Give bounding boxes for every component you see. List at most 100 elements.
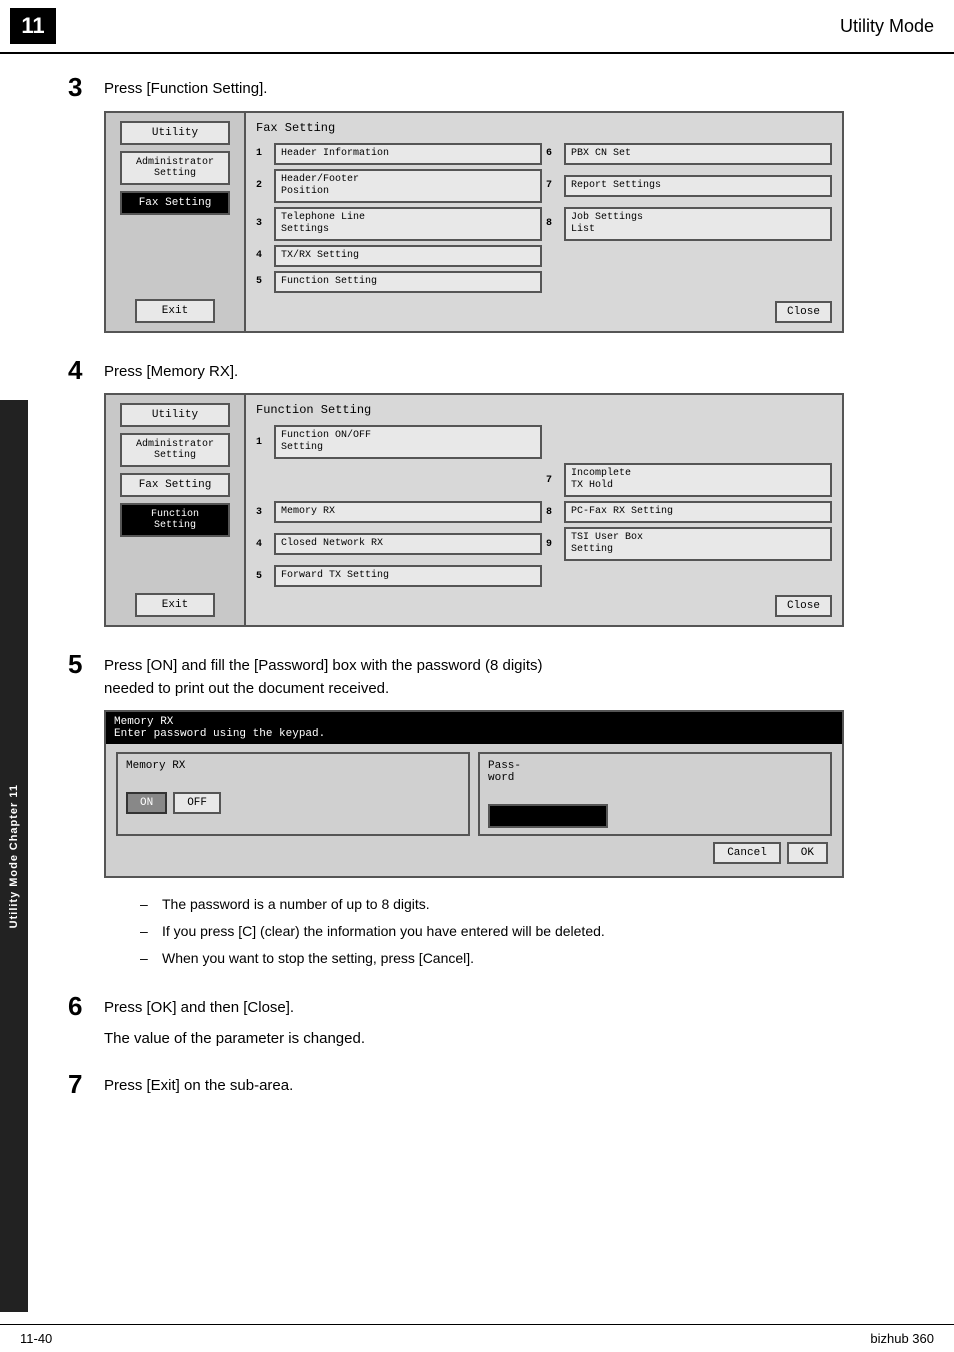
memory-rx-btn[interactable]: Memory RX xyxy=(274,501,542,523)
closed-network-rx-btn[interactable]: Closed Network RX xyxy=(274,533,542,555)
function-setting-btn[interactable]: Function Setting xyxy=(274,271,542,293)
incomplete-tx-hold-btn[interactable]: IncompleteTX Hold xyxy=(564,463,832,497)
step-4-grid: 1 Function ON/OFFSetting 7 IncompleteTX … xyxy=(256,425,832,587)
memory-header-line1: Memory RX xyxy=(114,716,834,728)
cell-num: 1 xyxy=(256,437,270,448)
on-btn[interactable]: ON xyxy=(126,792,167,814)
close-btn-3[interactable]: Close xyxy=(775,301,832,323)
step-5-block: 5 Press [ON] and fill the [Password] box… xyxy=(68,651,924,969)
cell-num: 6 xyxy=(546,148,560,159)
function-setting-sidebar-btn[interactable]: Function Setting xyxy=(120,503,230,537)
fax-setting-btn-4[interactable]: Fax Setting xyxy=(120,473,230,497)
memory-panel-header: Memory RX Enter password using the keypa… xyxy=(106,712,842,744)
page-title: Utility Mode xyxy=(840,16,934,37)
function-onoff-btn[interactable]: Function ON/OFFSetting xyxy=(274,425,542,459)
step-6-number: 6 xyxy=(68,993,104,1019)
cell-num: 5 xyxy=(256,276,270,287)
cell-num: 8 xyxy=(546,218,560,229)
administrator-setting-btn-3[interactable]: AdministratorSetting xyxy=(120,151,230,185)
cell-num: 3 xyxy=(256,218,270,229)
close-btn-4[interactable]: Close xyxy=(775,595,832,617)
bullet-3-text: When you want to stop the setting, press… xyxy=(162,948,474,969)
cancel-btn[interactable]: Cancel xyxy=(713,842,781,864)
empty-btn-1 xyxy=(564,251,832,261)
report-settings-btn[interactable]: Report Settings xyxy=(564,175,832,197)
cell-num: 5 xyxy=(256,571,270,582)
administrator-setting-btn-4[interactable]: AdministratorSetting xyxy=(120,433,230,467)
exit-btn-4[interactable]: Exit xyxy=(135,593,215,617)
step-3-header: 3 Press [Function Setting]. xyxy=(68,74,924,101)
exit-btn-3[interactable]: Exit xyxy=(135,299,215,323)
cell-num: 4 xyxy=(256,539,270,550)
job-settings-btn[interactable]: Job SettingsList xyxy=(564,207,832,241)
ok-btn[interactable]: OK xyxy=(787,842,828,864)
cell-num: 9 xyxy=(546,539,560,550)
memory-header-line2: Enter password using the keypad. xyxy=(114,728,834,740)
cell-num: 7 xyxy=(546,475,560,486)
pc-fax-rx-btn[interactable]: PC-Fax RX Setting xyxy=(564,501,832,523)
step-7-text: Press [Exit] on the sub-area. xyxy=(104,1071,293,1098)
step-3-cell-6: 6 PBX CN Set xyxy=(546,143,832,165)
step-3-cell-5: 5 Function Setting xyxy=(256,271,542,293)
bullet-dash: – xyxy=(140,921,154,942)
txrx-setting-btn[interactable]: TX/RX Setting xyxy=(274,245,542,267)
step-3-footer: Close xyxy=(256,301,832,323)
header-footer-btn[interactable]: Header/FooterPosition xyxy=(274,169,542,203)
step-5-number: 5 xyxy=(68,651,104,677)
step-4-sidebar: Utility AdministratorSetting Fax Setting… xyxy=(106,395,246,625)
bullet-3: – When you want to stop the setting, pre… xyxy=(140,948,924,969)
memory-col-btns: ON OFF xyxy=(126,792,460,814)
step-3-number: 3 xyxy=(68,74,104,100)
page-header: 11 Utility Mode xyxy=(0,0,954,54)
step-3-cell-1: 1 Header Information xyxy=(256,143,542,165)
password-input-display[interactable] xyxy=(488,804,608,828)
step-4-cell-4: 4 Closed Network RX xyxy=(256,527,542,561)
step-4-cell-empty1 xyxy=(546,425,832,459)
step-4-cell-3: 3 Memory RX xyxy=(256,501,542,523)
step-3-main-title: Fax Setting xyxy=(256,121,832,135)
memory-rx-panel: Memory RX Enter password using the keypa… xyxy=(104,710,844,878)
chapter-sidebar: Chapter 11 Utility Mode xyxy=(0,400,28,1312)
password-col: Pass-word xyxy=(478,752,832,836)
header-info-btn[interactable]: Header Information xyxy=(274,143,542,165)
password-label: Pass-word xyxy=(488,760,822,784)
step-7-number: 7 xyxy=(68,1071,104,1097)
mode-label: Utility Mode xyxy=(8,854,20,928)
memory-rx-col: Memory RX ON OFF xyxy=(116,752,470,836)
step-7-header: 7 Press [Exit] on the sub-area. xyxy=(68,1071,924,1098)
step-4-main: Function Setting 1 Function ON/OFFSettin… xyxy=(246,395,842,625)
step-7-block: 7 Press [Exit] on the sub-area. xyxy=(68,1071,924,1098)
step-4-cell-1: 1 Function ON/OFFSetting xyxy=(256,425,542,459)
bullet-1: – The password is a number of up to 8 di… xyxy=(140,894,924,915)
step-4-cell-7: 7 IncompleteTX Hold xyxy=(546,463,832,497)
empty-btn-3 xyxy=(564,437,832,447)
step-4-cell-8: 8 PC-Fax RX Setting xyxy=(546,501,832,523)
cell-num: 8 xyxy=(546,507,560,518)
page-number-badge: 11 xyxy=(10,8,56,44)
step-3-cell-2: 2 Header/FooterPosition xyxy=(256,169,542,203)
bullet-2-text: If you press [C] (clear) the information… xyxy=(162,921,605,942)
cell-num: 2 xyxy=(256,180,270,191)
step-4-block: 4 Press [Memory RX]. Utility Administrat… xyxy=(68,357,924,628)
forward-tx-btn[interactable]: Forward TX Setting xyxy=(274,565,542,587)
step-4-number: 4 xyxy=(68,357,104,383)
step-5-text: Press [ON] and fill the [Password] box w… xyxy=(104,651,543,700)
utility-btn-4[interactable]: Utility xyxy=(120,403,230,427)
tsi-user-box-btn[interactable]: TSI User BoxSetting xyxy=(564,527,832,561)
cell-num: 1 xyxy=(256,148,270,159)
step-4-footer: Close xyxy=(256,595,832,617)
page-footer: 11-40 bizhub 360 xyxy=(0,1324,954,1352)
telephone-line-btn[interactable]: Telephone LineSettings xyxy=(274,207,542,241)
off-btn[interactable]: OFF xyxy=(173,792,221,814)
cell-num: 3 xyxy=(256,507,270,518)
step-3-block: 3 Press [Function Setting]. Utility Admi… xyxy=(68,74,924,333)
step-4-panel: Utility AdministratorSetting Fax Setting… xyxy=(104,393,844,627)
empty-btn-2 xyxy=(564,277,832,287)
step-6-block: 6 Press [OK] and then [Close]. The value… xyxy=(68,993,924,1047)
pbx-cn-set-btn[interactable]: PBX CN Set xyxy=(564,143,832,165)
utility-btn-3[interactable]: Utility xyxy=(120,121,230,145)
step-4-main-title: Function Setting xyxy=(256,403,832,417)
step-5-bullets: – The password is a number of up to 8 di… xyxy=(140,894,924,969)
step-4-cell-9: 9 TSI User BoxSetting xyxy=(546,527,832,561)
fax-setting-btn-3[interactable]: Fax Setting xyxy=(120,191,230,215)
